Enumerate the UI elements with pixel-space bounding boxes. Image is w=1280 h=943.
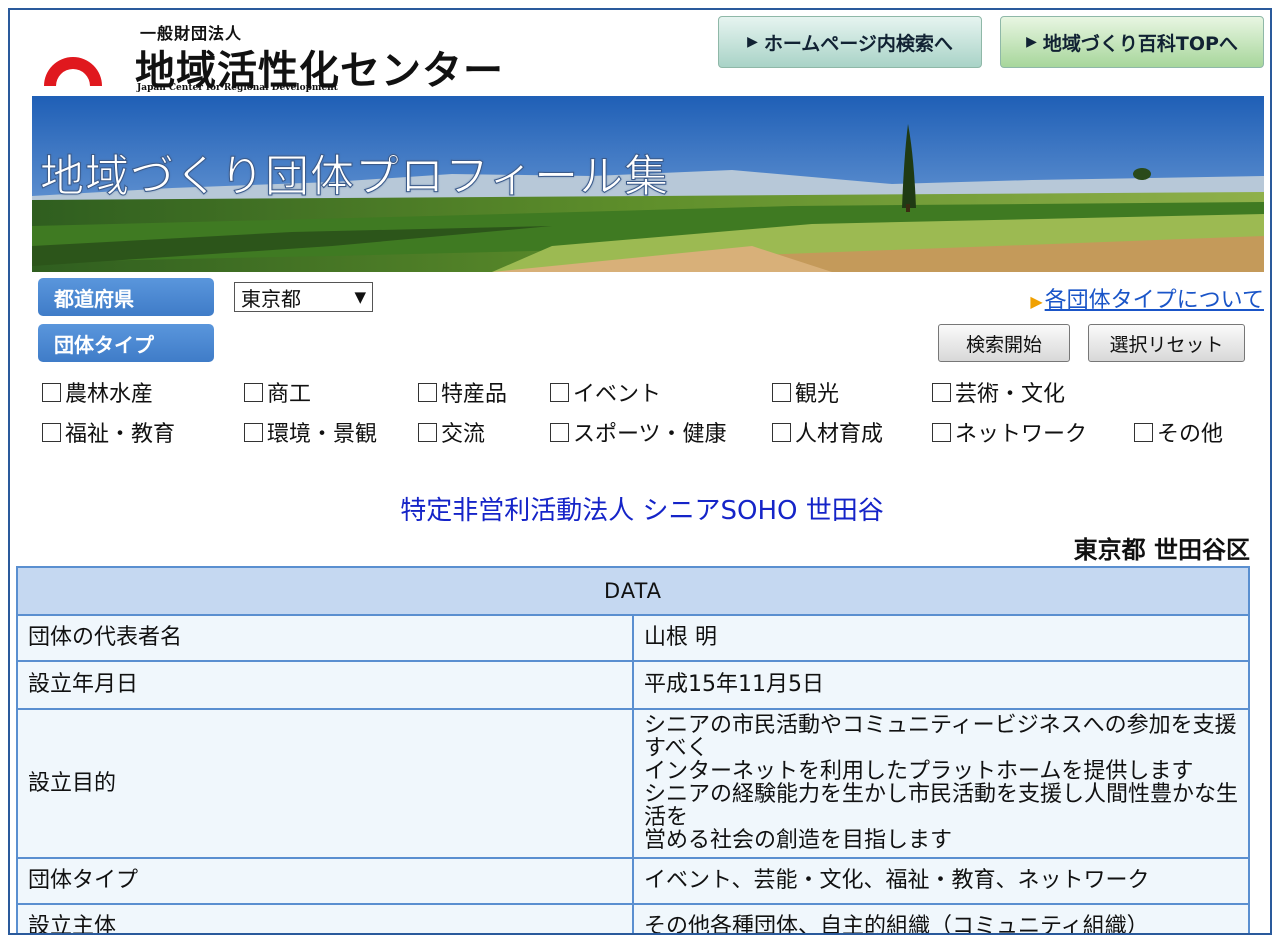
type-checkbox-label: 芸術・文化	[955, 382, 1066, 407]
type-checkbox[interactable]: 商工	[244, 376, 311, 408]
encyclopedia-top-label: 地域づくり百科TOPへ	[1042, 32, 1238, 55]
type-checkbox[interactable]: 特産品	[418, 376, 507, 408]
type-checkbox-label: スポーツ・健康	[573, 422, 727, 447]
type-checkbox[interactable]: 農林水産	[42, 376, 153, 408]
row-value: シニアの市民活動やコミュニティービジネスへの参加を支援すべく インターネットを利…	[632, 708, 1250, 859]
type-checkbox[interactable]: 福祉・教育	[42, 416, 175, 448]
type-checkbox-label: イベント	[573, 382, 662, 407]
org-english-name: Japan Center for Regional Development	[137, 83, 338, 93]
page-frame: 一般財団法人 地域活性化センター Japan Center for Region…	[8, 8, 1272, 935]
type-checkbox-label: 人材育成	[795, 422, 884, 447]
row-key: 設立主体	[16, 902, 634, 933]
row-value: イベント、芸能・文化、福祉・教育、ネットワーク	[632, 856, 1250, 905]
org-type-tag: 団体タイプ	[38, 324, 214, 362]
table-row: 設立年月日 平成15年11月5日	[16, 660, 1250, 710]
checkbox-box	[772, 422, 791, 442]
checkbox-box	[42, 422, 61, 442]
checkbox-box	[1134, 422, 1153, 442]
chevron-down-icon: ▼	[354, 288, 366, 306]
table-row: 団体の代表者名 山根 明	[16, 614, 1250, 662]
row-value: 山根 明	[632, 614, 1250, 662]
purpose-line: シニアの市民活動やコミュニティービジネスへの参加を支援すべく	[644, 713, 1237, 762]
type-checkbox[interactable]: イベント	[550, 376, 661, 408]
checkbox-box	[932, 382, 951, 402]
type-checkbox-label: ネットワーク	[955, 422, 1088, 447]
type-checkbox-label: 環境・景観	[267, 422, 378, 447]
row-value: その他各種団体、自主的組織（コミュニティ組織）	[632, 902, 1250, 933]
checkbox-box	[42, 382, 61, 402]
play-triangle-icon: ▶	[1026, 34, 1037, 50]
org-logo-icon	[44, 57, 102, 86]
checkbox-box	[244, 422, 263, 442]
prefecture-tag: 都道府県	[38, 278, 214, 316]
type-checkbox-label: 農林水産	[65, 382, 154, 407]
table-header: DATA	[16, 566, 1250, 616]
checkbox-box	[418, 422, 437, 442]
row-key: 団体タイプ	[16, 856, 634, 905]
checkbox-box	[418, 382, 437, 402]
profile-data-table: DATA 団体の代表者名 山根 明 設立年月日 平成15年11月5日 設立目的 …	[16, 566, 1250, 933]
prefecture-select[interactable]: 東京都 ▼	[234, 282, 373, 312]
org-type-help-link[interactable]: ▶各団体タイプについて	[1030, 282, 1264, 314]
type-checkbox[interactable]: その他	[1134, 416, 1223, 448]
type-checkbox[interactable]: 芸術・文化	[932, 376, 1065, 408]
search-start-button[interactable]: 検索開始	[938, 324, 1070, 362]
row-value: 平成15年11月5日	[632, 660, 1250, 710]
type-checkbox-label: その他	[1157, 422, 1224, 447]
banner-image: 地域づくり団体プロフィール集	[32, 96, 1264, 272]
type-checkbox-label: 観光	[795, 382, 840, 407]
type-checkbox[interactable]: ネットワーク	[932, 416, 1087, 448]
purpose-line: シニアの経験能力を生かし市民活動を支援し人間性豊かな生活を	[644, 782, 1239, 831]
checkbox-box	[550, 382, 569, 402]
type-checkbox[interactable]: 環境・景観	[244, 416, 377, 448]
play-triangle-icon: ▶	[747, 34, 758, 50]
type-checkbox-label: 特産品	[441, 382, 508, 407]
purpose-line: インターネットを利用したプラットホームを提供します	[644, 759, 1194, 785]
checkbox-box	[932, 422, 951, 442]
orange-triangle-icon: ▶	[1030, 292, 1043, 311]
type-checkbox[interactable]: スポーツ・健康	[550, 416, 727, 448]
banner-title: 地域づくり団体プロフィール集	[39, 151, 670, 203]
type-checkbox-label: 商工	[267, 382, 312, 407]
table-row: 設立目的 シニアの市民活動やコミュニティービジネスへの参加を支援すべく インター…	[16, 708, 1250, 859]
encyclopedia-top-button[interactable]: ▶ 地域づくり百科TOPへ	[1000, 16, 1264, 68]
row-key: 設立目的	[16, 708, 634, 859]
checkbox-box	[550, 422, 569, 442]
reset-selection-button[interactable]: 選択リセット	[1088, 324, 1245, 362]
row-key: 団体の代表者名	[16, 614, 634, 662]
organization-title: 特定非営利活動法人 シニアSOHO 世田谷	[400, 496, 884, 526]
org-type-help-label: 各団体タイプについて	[1044, 288, 1264, 313]
prefecture-selected-value: 東京都	[241, 286, 301, 311]
table-row: 団体タイプ イベント、芸能・文化、福祉・教育、ネットワーク	[16, 856, 1250, 905]
checkbox-box	[244, 382, 263, 402]
row-key: 設立年月日	[16, 660, 634, 710]
type-checkbox[interactable]: 人材育成	[772, 416, 883, 448]
site-search-button[interactable]: ▶ ホームページ内検索へ	[718, 16, 982, 68]
site-search-label: ホームページ内検索へ	[763, 32, 953, 55]
table-header-row: DATA	[16, 566, 1250, 616]
organization-location: 東京都 世田谷区	[1073, 536, 1250, 564]
type-checkbox[interactable]: 交流	[418, 416, 485, 448]
type-checkbox-label: 交流	[441, 422, 486, 447]
table-row: 設立主体 その他各種団体、自主的組織（コミュニティ組織）	[16, 902, 1250, 933]
type-checkbox[interactable]: 観光	[772, 376, 839, 408]
type-checkbox-label: 福祉・教育	[65, 422, 176, 447]
purpose-line: 営める社会の創造を目指します	[644, 828, 953, 854]
checkbox-box	[772, 382, 791, 402]
